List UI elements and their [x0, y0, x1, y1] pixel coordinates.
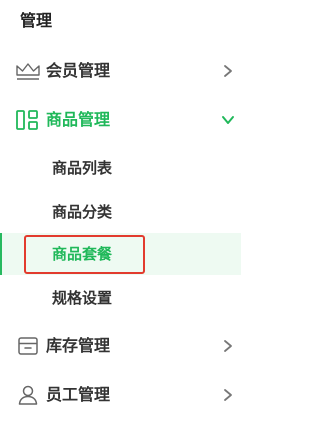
box-icon	[15, 334, 41, 358]
submenu-item-label: 商品分类	[52, 203, 113, 221]
layout-grid-icon	[15, 108, 41, 132]
submenu-item-spec-settings[interactable]: 规格设置	[0, 277, 241, 319]
sidebar-menu: 管理 会员管理 商品管理 商品列表 商品分类 商品套餐 规格设置 库存管理 员工…	[0, 0, 241, 428]
menu-group-label: 会员管理	[46, 61, 111, 80]
submenu-item-product-package[interactable]: 商品套餐	[0, 233, 241, 275]
menu-group-label: 员工管理	[46, 385, 111, 404]
submenu-item-label: 商品套餐	[52, 245, 113, 263]
crown-icon	[15, 59, 41, 83]
section-title: 管理	[20, 11, 53, 30]
menu-group-label: 商品管理	[46, 110, 111, 129]
menu-group-staff[interactable]: 员工管理	[0, 375, 241, 415]
chevron-right-icon	[221, 388, 235, 402]
menu-group-products[interactable]: 商品管理	[0, 100, 241, 140]
chevron-down-icon	[221, 113, 235, 127]
submenu-item-product-category[interactable]: 商品分类	[0, 191, 241, 233]
menu-group-inventory[interactable]: 库存管理	[0, 326, 241, 366]
submenu-item-label: 规格设置	[52, 289, 113, 307]
chevron-right-icon	[221, 339, 235, 353]
chevron-right-icon	[221, 64, 235, 78]
menu-group-members[interactable]: 会员管理	[0, 51, 241, 91]
active-indicator-bar	[0, 233, 2, 275]
submenu-item-product-list[interactable]: 商品列表	[0, 147, 241, 189]
user-icon	[15, 383, 41, 407]
menu-group-label: 库存管理	[46, 336, 111, 355]
submenu-item-label: 商品列表	[52, 159, 113, 177]
